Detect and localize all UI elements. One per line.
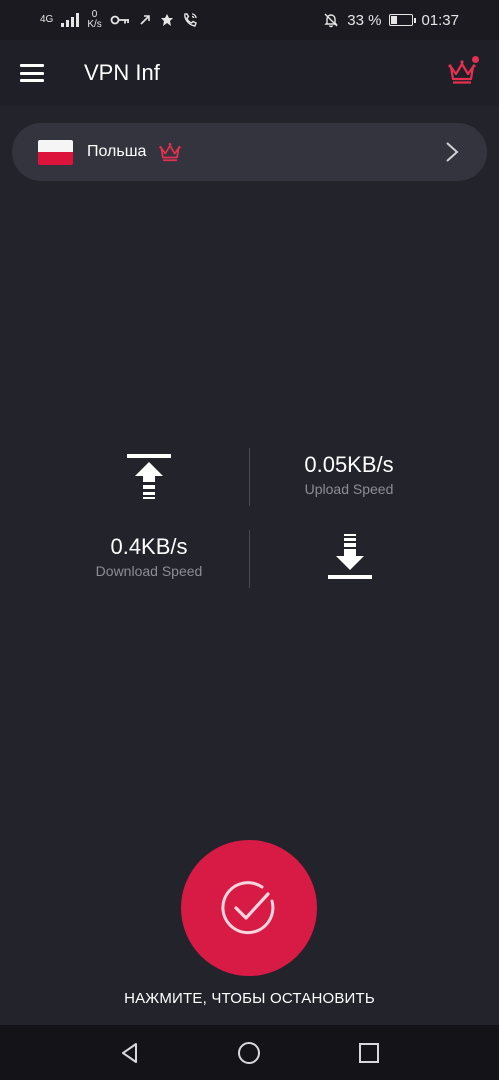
upload-speed-label: Upload Speed (304, 481, 394, 497)
battery-fill (391, 16, 398, 24)
speed-panel: 0.05KB/s Upload Speed 0.4KB/s Download S… (0, 445, 499, 595)
upload-icon (127, 454, 171, 499)
app-title: VPN Inf (84, 60, 160, 85)
country-name: Польша (87, 143, 147, 160)
divider (249, 530, 250, 588)
network-speed: 0 K/s (87, 10, 101, 30)
crown-icon (159, 142, 182, 162)
status-bar: 4G 0 K/s 33 % 01:37 (0, 0, 499, 40)
battery-icon (389, 14, 417, 26)
key-icon (110, 15, 129, 25)
signal-icon (61, 13, 80, 27)
upload-speed-value: 0.05KB/s (304, 452, 394, 477)
network-type-label: 4G (40, 14, 54, 25)
status-right: 33 % 01:37 (323, 12, 459, 29)
link-icon (140, 15, 150, 25)
leaf-icon (160, 14, 173, 26)
connect-toggle-button[interactable] (181, 840, 317, 976)
premium-button[interactable] (447, 56, 479, 86)
country-selector[interactable]: Польша (12, 123, 487, 181)
vpn-app-screen: 4G 0 K/s 33 % 01:37 VPN Inf Польша 0.05K… (0, 0, 499, 1080)
download-icon (328, 534, 372, 579)
app-bar: VPN Inf (0, 40, 499, 106)
poland-flag (38, 139, 73, 165)
clock: 01:37 (421, 11, 459, 29)
home-icon (238, 1041, 261, 1064)
check-circle-icon (221, 881, 275, 935)
recents-icon (359, 1042, 380, 1063)
download-speed-label: Download Speed (95, 563, 203, 579)
mute-icon (324, 13, 338, 28)
battery-percent: 33 % (347, 11, 382, 29)
network-speed-unit: K/s (87, 19, 102, 30)
connect-status-label: НАЖМИТЕ, ЧТОБЫ ОСТАНОВИТЬ (124, 990, 375, 1007)
status-left: 4G 0 K/s (40, 10, 198, 30)
nav-recents-button[interactable] (353, 1037, 385, 1069)
menu-icon[interactable] (20, 64, 44, 82)
download-speed-value: 0.4KB/s (110, 534, 188, 559)
wifi-call-icon (183, 13, 197, 27)
chevron-right-icon (446, 142, 459, 162)
nav-back-button[interactable] (114, 1037, 146, 1069)
back-icon (121, 1042, 137, 1063)
notification-dot (472, 56, 479, 63)
network-type: 4G (40, 15, 53, 25)
system-nav-bar (0, 1025, 499, 1080)
nav-home-button[interactable] (233, 1037, 265, 1069)
